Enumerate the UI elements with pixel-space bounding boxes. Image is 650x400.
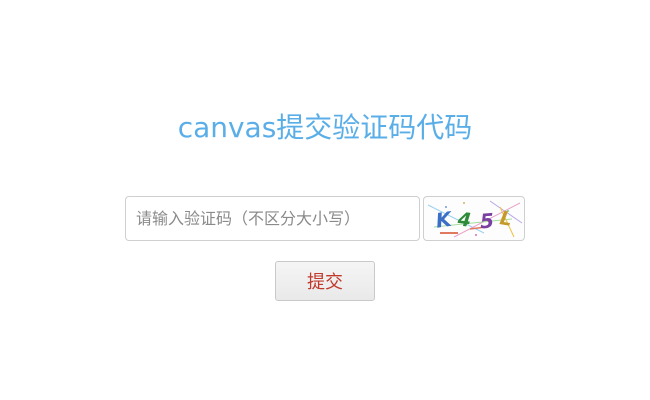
page: canvas提交验证码代码 K 4 5 L 提交 [0, 0, 650, 400]
submit-button[interactable]: 提交 [275, 261, 375, 301]
captcha-input[interactable] [125, 196, 420, 241]
captcha-image[interactable]: K 4 5 L [423, 196, 525, 241]
captcha-char: 4 [456, 208, 472, 231]
captcha-char: L [498, 207, 514, 231]
captcha-char: 5 [479, 208, 495, 233]
noise-dot [475, 234, 477, 236]
captcha-canvas: K 4 5 L [427, 200, 523, 238]
noise-dot [463, 202, 465, 204]
page-title: canvas提交验证码代码 [177, 111, 473, 144]
captcha-char: K [434, 207, 454, 233]
